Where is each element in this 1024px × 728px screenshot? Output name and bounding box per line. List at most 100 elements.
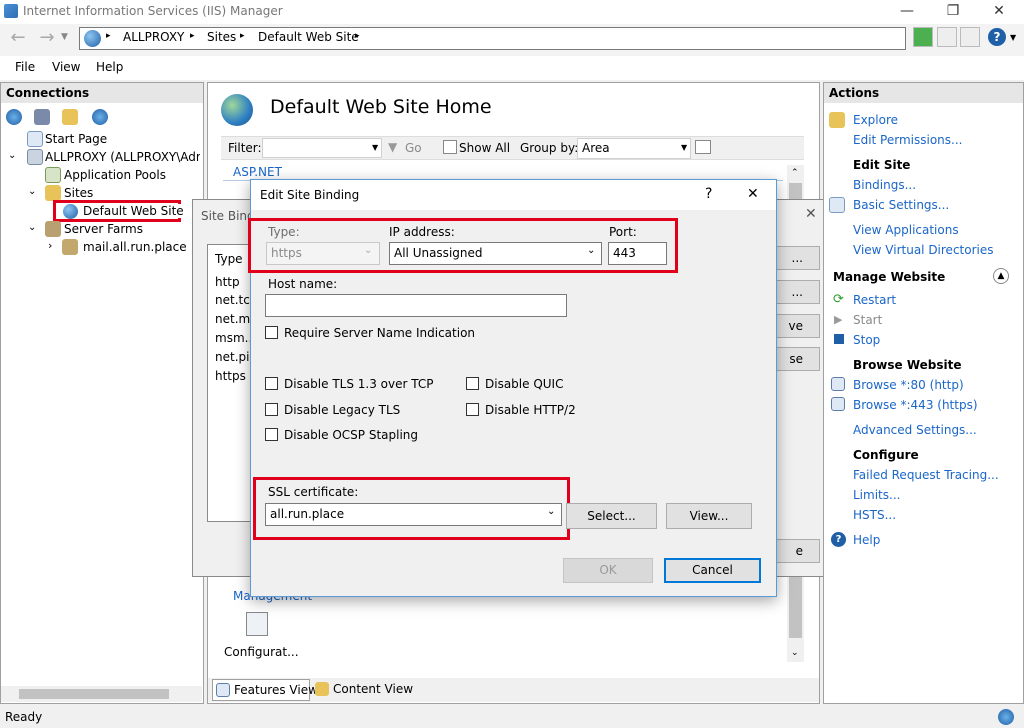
disable-ocsp-checkbox[interactable] [265,428,278,441]
address-bar[interactable] [79,27,906,50]
ip-address-label: IP address: [389,225,455,239]
action-edit-permissions[interactable]: Edit Permissions... [853,133,962,147]
action-explore[interactable]: Explore [853,113,898,127]
binding-row[interactable]: https [215,369,246,383]
filter-input[interactable] [262,138,382,158]
collapsed-chevron-icon[interactable]: › [48,239,52,252]
crumb-default-web-site[interactable]: Default Web Site [258,30,359,44]
disable-legacy-tls-checkbox[interactable] [265,403,278,416]
ip-dropdown-icon[interactable]: ⌄ [587,245,595,256]
dialog-help-button[interactable]: ? [705,186,712,202]
view-certificate-button[interactable]: View... [666,503,752,529]
close-window-button[interactable]: ✕ [976,0,1022,24]
funnel-icon[interactable]: ▼ [388,140,397,154]
view-mode-icon[interactable] [695,140,711,154]
dialog-close-button[interactable]: ✕ [747,186,759,202]
tree-server[interactable]: ALLPROXY (ALLPROXY\Admi [45,150,200,164]
up-folder-icon[interactable] [62,109,78,125]
action-view-applications[interactable]: View Applications [853,223,959,237]
browse-binding-button[interactable]: se [776,347,820,371]
action-browse-80[interactable]: Browse *:80 (http) [853,378,964,392]
explore-icon [829,112,845,128]
tree-start-page[interactable]: Start Page [45,132,107,146]
ip-address-select[interactable]: All Unassigned [389,242,602,265]
disconnect-icon[interactable] [92,109,108,125]
expand-chevron-icon[interactable]: ⌄ [28,222,36,233]
action-hsts[interactable]: HSTS... [853,508,896,522]
history-dropdown-icon[interactable]: ▼ [61,32,68,42]
menu-help[interactable]: Help [96,60,123,74]
host-name-input[interactable] [265,294,567,317]
configuration-editor-icon[interactable] [246,612,268,636]
filter-dropdown-icon[interactable]: ▼ [372,143,378,152]
action-bindings[interactable]: Bindings... [853,178,916,192]
action-failed-request-tracing[interactable]: Failed Request Tracing... [853,468,999,482]
iis-app-icon [4,4,18,18]
crumb-allproxy[interactable]: ALLPROXY [123,30,184,44]
action-view-virtual-dirs[interactable]: View Virtual Directories [853,243,994,257]
status-network-icon [998,709,1014,725]
save-icon[interactable] [34,109,50,125]
home-icon[interactable] [960,27,980,47]
action-stop[interactable]: Stop [853,333,880,347]
remove-binding-button[interactable]: ve [776,314,820,338]
port-input[interactable]: 443 [608,242,667,265]
group-by-dropdown-icon[interactable]: ▼ [681,143,687,152]
site-bindings-close-icon[interactable]: ✕ [805,206,817,222]
action-basic-settings[interactable]: Basic Settings... [853,198,949,212]
tab-features-view[interactable]: Features View [212,679,318,701]
tree-default-web-site[interactable]: Default Web Site [83,204,184,218]
config-editor-label[interactable]: Configurat... [224,645,299,659]
farm-icon [62,239,78,255]
ssl-certificate-select[interactable]: all.run.place [265,503,562,526]
action-advanced-settings[interactable]: Advanced Settings... [853,423,977,437]
stop-icon[interactable] [937,27,957,47]
sni-checkbox[interactable] [265,326,278,339]
tree-farm-site[interactable]: mail.all.run.place [83,240,187,254]
tree-app-pools[interactable]: Application Pools [64,168,166,182]
select-certificate-button[interactable]: Select... [566,503,657,529]
sni-label: Require Server Name Indication [284,326,476,340]
maximize-button[interactable]: ❐ [930,0,976,24]
binding-row[interactable]: http [215,275,240,289]
crumb-separator-icon: ▸ [355,31,360,41]
tab-content-view[interactable]: Content View [333,682,413,696]
connect-globe-icon[interactable] [6,109,22,125]
help-icon[interactable]: ? [988,28,1006,46]
ok-button[interactable]: OK [563,558,653,583]
show-all-icon[interactable] [443,140,457,154]
help-dropdown-icon[interactable]: ▼ [1010,33,1016,42]
close-bindings-button[interactable]: e [776,539,820,563]
add-binding-button[interactable]: ... [776,246,820,270]
minimize-button[interactable]: — [884,0,930,24]
action-restart[interactable]: Restart [853,293,896,307]
disable-tls13-checkbox[interactable] [265,377,278,390]
disable-quic-checkbox[interactable] [466,377,479,390]
back-arrow-icon[interactable]: ← [6,27,30,51]
action-limits[interactable]: Limits... [853,488,900,502]
collapse-section-icon[interactable]: ▲ [993,268,1009,284]
tree-server-farms[interactable]: Server Farms [64,222,143,236]
show-all-button[interactable]: Show All [459,141,510,155]
group-by-select[interactable]: Area [577,138,691,159]
edit-binding-button[interactable]: ... [776,280,820,304]
menu-bar: File View Help [0,56,1024,80]
refresh-icon[interactable] [913,27,933,47]
action-browse-443[interactable]: Browse *:443 (https) [853,398,978,412]
action-help[interactable]: Help [853,533,880,547]
menu-view[interactable]: View [52,60,80,74]
cancel-button[interactable]: Cancel [664,558,761,583]
ssl-dropdown-icon[interactable]: ⌄ [547,506,555,517]
tree-sites[interactable]: Sites [64,186,93,200]
connections-hscrollbar[interactable] [1,686,202,702]
expand-chevron-icon[interactable]: ⌄ [8,150,16,161]
status-bar: Ready [0,706,1024,728]
forward-arrow-icon[interactable]: → [35,27,59,51]
disable-http2-checkbox[interactable] [466,403,479,416]
go-button[interactable]: Go [405,141,422,155]
edit-site-header: Edit Site [853,158,911,172]
disable-legacy-tls-label: Disable Legacy TLS [284,403,401,417]
menu-file[interactable]: File [15,60,35,74]
crumb-sites[interactable]: Sites [207,30,236,44]
expand-chevron-icon[interactable]: ⌄ [28,186,36,197]
